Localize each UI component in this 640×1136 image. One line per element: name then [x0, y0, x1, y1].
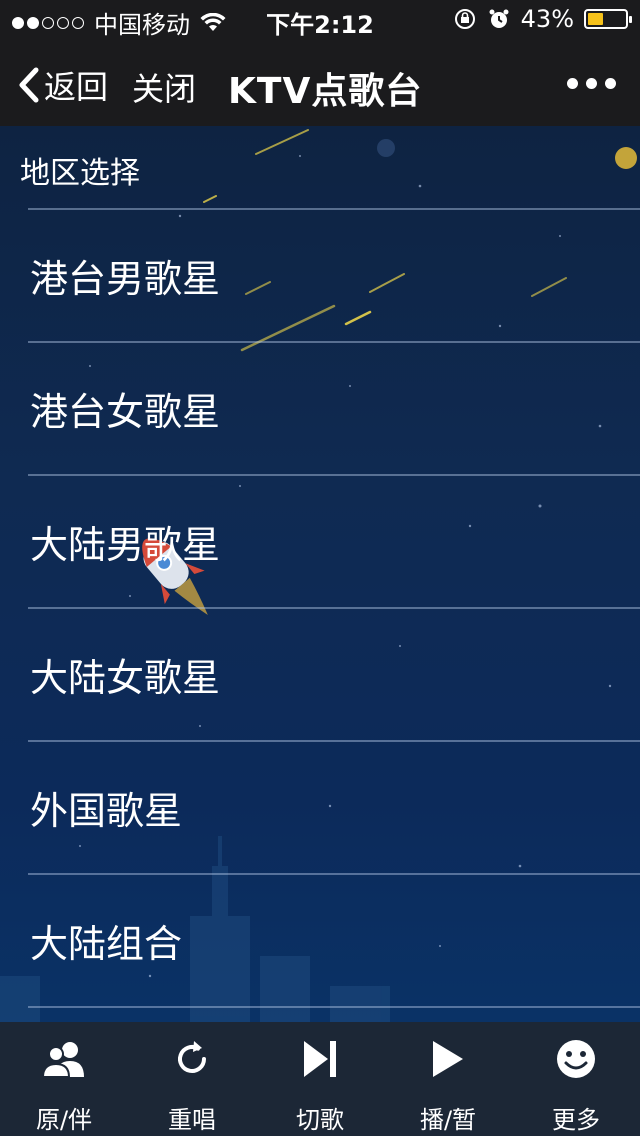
content-area: 地区选择 港台男歌星 港台女歌星 大陆男歌星 大陆女歌星 外国歌星 大陆组合	[0, 126, 640, 1022]
toolbar-label: 更多	[552, 1106, 600, 1134]
battery-fill	[588, 13, 604, 25]
users-icon	[42, 1042, 84, 1078]
chevron-left-icon	[19, 67, 39, 103]
list-item[interactable]: 港台男歌星	[28, 208, 640, 341]
battery-percent: 43%	[520, 5, 574, 33]
list-item-label: 大陆组合	[30, 922, 183, 966]
list-item-label: 大陆女歌星	[30, 656, 221, 700]
dot-icon	[567, 78, 578, 89]
back-button[interactable]: 返回	[18, 62, 108, 108]
close-button[interactable]: 关闭	[132, 64, 196, 110]
replay-button[interactable]: 重唱	[128, 1022, 256, 1136]
play-pause-button[interactable]: 播/暂	[384, 1022, 512, 1136]
nav-bar: 返回 关闭 KTV点歌台	[0, 40, 640, 126]
list-item-label: 大陆男歌星	[30, 523, 221, 567]
list-item[interactable]: 大陆男歌星	[28, 474, 640, 607]
list-item[interactable]: 外国歌星	[28, 740, 640, 873]
list-item-label: 港台男歌星	[30, 257, 221, 301]
alarm-icon	[489, 9, 509, 28]
original-accompaniment-button[interactable]: 原/伴	[0, 1022, 128, 1136]
skip-song-button[interactable]: 切歌	[256, 1022, 384, 1136]
ktv-screen: 中国移动 下午2:12 43% 返回 关闭 KTV点歌台 地区选择 港台男歌星 …	[0, 0, 640, 1136]
rotation-lock-icon	[454, 9, 475, 29]
more-menu-button[interactable]	[567, 78, 616, 89]
more-button[interactable]: 更多	[512, 1022, 640, 1136]
list-item[interactable]: 大陆女歌星	[28, 607, 640, 740]
dot-icon	[605, 78, 616, 89]
smiley-icon	[557, 1040, 595, 1078]
list-item[interactable]: 大陆组合	[28, 873, 640, 1006]
list-divider	[28, 1006, 640, 1008]
list-item[interactable]: 港台女歌星	[28, 341, 640, 474]
refresh-icon	[178, 1041, 206, 1073]
page-title: KTV点歌台	[228, 71, 423, 112]
bottom-toolbar: 原/伴 重唱 切歌 播/暂 更多	[0, 1022, 640, 1136]
category-list: 港台男歌星 港台女歌星 大陆男歌星 大陆女歌星 外国歌星 大陆组合	[28, 208, 640, 1008]
back-label: 返回	[44, 68, 109, 106]
battery-icon	[584, 9, 632, 29]
section-title: 地区选择	[20, 156, 140, 191]
skip-next-icon	[304, 1041, 336, 1077]
status-bar: 中国移动 下午2:12 43%	[0, 0, 640, 40]
toolbar-label: 重唱	[168, 1106, 216, 1134]
list-item-label: 外国歌星	[30, 789, 183, 833]
toolbar-label: 原/伴	[35, 1106, 93, 1134]
toolbar-label: 播/暂	[419, 1106, 477, 1134]
status-right: 43%	[453, 5, 632, 33]
play-icon	[433, 1041, 463, 1077]
list-item-label: 港台女歌星	[30, 390, 221, 434]
toolbar-label: 切歌	[296, 1106, 344, 1134]
dot-icon	[586, 78, 597, 89]
